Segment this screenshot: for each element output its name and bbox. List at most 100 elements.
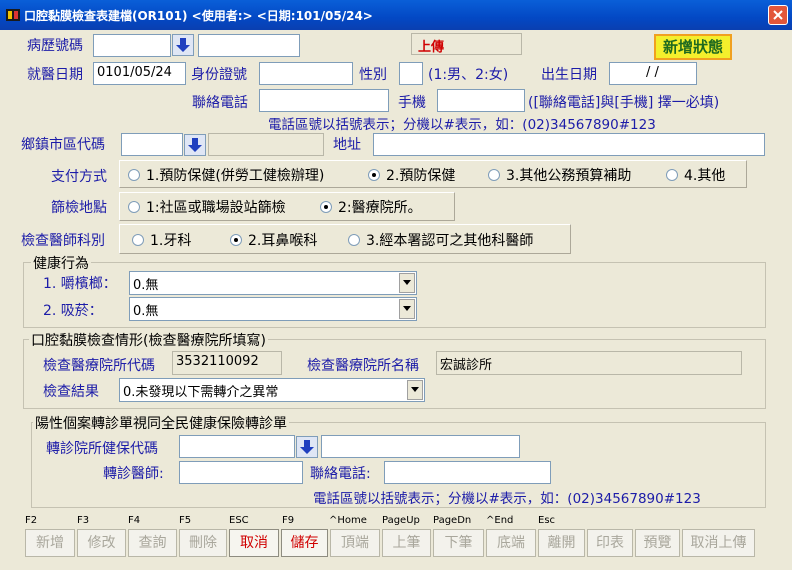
gender-hint: (1:男、2:女)	[428, 67, 509, 83]
health-behavior-title: 健康行為	[31, 253, 91, 273]
specialty-option-3-radio[interactable]	[348, 234, 360, 246]
payment-option-1-label: 1.預防保健(併勞工健檢辦理)	[146, 168, 325, 184]
visit-date-label: 就醫日期	[27, 67, 83, 83]
id-input[interactable]	[259, 62, 353, 85]
arrow-down-icon	[300, 440, 314, 454]
fkey-label: ESC	[229, 515, 249, 526]
town-code-lookup-button[interactable]	[184, 134, 206, 156]
fkey-label: F3	[77, 515, 90, 526]
phone-input[interactable]	[259, 89, 389, 112]
exam-result-label: 檢查結果	[43, 384, 99, 400]
close-button[interactable]	[768, 5, 788, 25]
cancel-upload-button[interactable]: 取消上傳	[682, 529, 755, 557]
exit-button[interactable]: 離開	[538, 529, 585, 557]
referral-doctor-input[interactable]	[179, 461, 303, 484]
mobile-input[interactable]	[437, 89, 525, 112]
title-bar: 口腔黏膜檢查表建檔(OR101) <使用者:> <日期:101/05/24>	[0, 0, 792, 30]
delete-button[interactable]: 刪除	[179, 529, 227, 557]
specialty-option-2-label: 2.耳鼻喉科	[248, 233, 318, 249]
cancel-button[interactable]: 取消	[229, 529, 279, 557]
fkey-label: Esc	[538, 515, 556, 526]
specialty-option-3-label: 3.經本署認可之其他科醫師	[366, 233, 534, 249]
chart-no-lookup-button[interactable]	[172, 34, 194, 56]
referral-hospital-code-input[interactable]	[179, 435, 295, 458]
address-input[interactable]	[373, 133, 765, 156]
referral-hospital-name-input[interactable]	[321, 435, 520, 458]
app-icon	[6, 9, 20, 21]
phone-required-hint: ([聯絡電話]與[手機] 擇一必填)	[528, 95, 720, 111]
close-icon	[773, 10, 783, 20]
payment-label: 支付方式	[51, 169, 107, 185]
specialty-option-1-label: 1.牙科	[150, 233, 192, 249]
screening-site-label: 篩檢地點	[51, 200, 107, 216]
save-button[interactable]: 儲存	[281, 529, 328, 557]
new-status-button[interactable]: 新增狀態	[654, 34, 732, 60]
address-label: 地址	[333, 137, 361, 153]
fkey-label: F9	[282, 515, 295, 526]
town-code-input[interactable]	[121, 133, 183, 156]
smoking-select[interactable]: 0.無	[129, 297, 417, 321]
chart-no-input[interactable]	[93, 34, 171, 57]
smoking-label: 2. 吸菸：	[43, 303, 103, 319]
specialty-label: 檢查醫師科別	[21, 233, 105, 249]
window-title: 口腔黏膜檢查表建檔(OR101) <使用者:> <日期:101/05/24>	[24, 9, 373, 23]
specialty-option-1-radio[interactable]	[132, 234, 144, 246]
exam-hospital-code-display: 3532110092	[172, 351, 282, 375]
referral-phone-format-hint: 電話區號以括號表示；分機以#表示，如：(02)34567890#123	[313, 491, 701, 507]
previous-record-button[interactable]: 上筆	[382, 529, 431, 557]
referral-hospital-code-label: 轉診院所健保代碼	[46, 441, 158, 457]
betel-value: 0.無	[133, 278, 159, 293]
payment-option-3-radio[interactable]	[488, 169, 500, 181]
fkey-label: ^Home	[329, 515, 367, 526]
mobile-label: 手機	[398, 95, 426, 111]
last-record-button[interactable]: 底端	[486, 529, 536, 557]
payment-option-1-radio[interactable]	[128, 169, 140, 181]
referral-phone-label: 聯絡電話:	[310, 466, 371, 482]
screening-site-option-2-radio[interactable]	[320, 201, 332, 213]
payment-option-2-radio[interactable]	[368, 169, 380, 181]
first-record-button[interactable]: 頂端	[330, 529, 380, 557]
query-button[interactable]: 查詢	[128, 529, 177, 557]
birth-date-input[interactable]: / /	[609, 62, 697, 85]
arrow-down-icon	[176, 38, 190, 52]
print-button[interactable]: 印表	[587, 529, 633, 557]
chevron-down-icon	[399, 299, 415, 319]
chart-no-label: 病歷號碼	[27, 38, 83, 54]
exam-title: 口腔黏膜檢查情形(檢查醫療院所填寫)	[29, 330, 268, 350]
patient-name-input[interactable]	[198, 34, 300, 57]
payment-option-4-radio[interactable]	[666, 169, 678, 181]
phone-format-hint: 電話區號以括號表示；分機以#表示，如：(02)34567890#123	[268, 117, 656, 133]
next-record-button[interactable]: 下筆	[433, 529, 484, 557]
chevron-down-icon	[407, 380, 423, 400]
payment-option-2-label: 2.預防保健	[386, 168, 456, 184]
arrow-down-icon	[188, 138, 202, 152]
referral-hospital-lookup-button[interactable]	[296, 436, 318, 458]
exam-result-select[interactable]: 0.未發現以下需轉介之異常	[119, 378, 425, 402]
referral-phone-input[interactable]	[384, 461, 551, 484]
exam-hospital-name-display: 宏誠診所	[436, 351, 742, 375]
specialty-option-2-radio[interactable]	[230, 234, 242, 246]
upload-status: 上傳	[411, 33, 522, 55]
screening-site-option-2-label: 2:醫療院所。	[338, 200, 422, 216]
specialty-radio-group: 1.牙科 2.耳鼻喉科 3.經本署認可之其他科醫師	[119, 224, 571, 254]
gender-input[interactable]	[399, 62, 423, 85]
town-code-label: 鄉鎮市區代碼	[21, 137, 105, 153]
fkey-label: PageDn	[433, 515, 472, 526]
exam-hospital-name-label: 檢查醫療院所名稱	[307, 358, 419, 374]
add-button[interactable]: 新增	[25, 529, 75, 557]
preview-button[interactable]: 預覽	[635, 529, 680, 557]
visit-date-input[interactable]: 0101/05/24	[93, 62, 186, 85]
referral-title: 陽性個案轉診單視同全民健康保險轉診單	[33, 413, 289, 433]
screening-site-option-1-label: 1:社區或職場設站篩檢	[146, 200, 286, 216]
screening-site-radio-group: 1:社區或職場設站篩檢 2:醫療院所。	[119, 192, 455, 221]
chevron-down-icon	[399, 273, 415, 293]
id-label: 身份證號	[191, 67, 247, 83]
betel-select[interactable]: 0.無	[129, 271, 417, 295]
smoking-value: 0.無	[133, 304, 159, 319]
birth-date-label: 出生日期	[541, 67, 597, 83]
payment-option-4-label: 4.其他	[684, 168, 726, 184]
exam-result-value: 0.未發現以下需轉介之異常	[123, 385, 279, 400]
edit-button[interactable]: 修改	[77, 529, 126, 557]
screening-site-option-1-radio[interactable]	[128, 201, 140, 213]
gender-label: 性別	[359, 67, 387, 83]
